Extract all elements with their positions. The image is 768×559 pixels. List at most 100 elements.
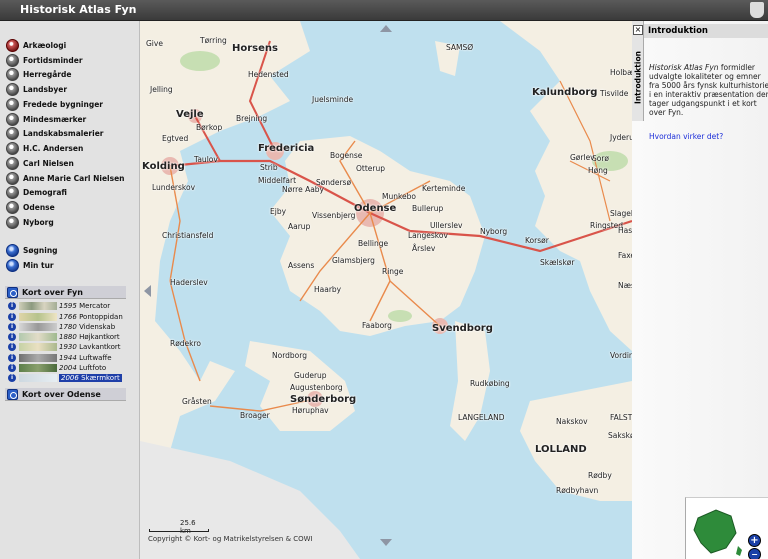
map-place-label: Hedensted bbox=[248, 70, 289, 79]
overview-map[interactable]: + − bbox=[685, 497, 768, 559]
layer-mindesmaerker[interactable]: Mindesmærker bbox=[6, 112, 86, 126]
how-it-works-link[interactable]: Hvordan virker det? bbox=[649, 132, 723, 141]
info-icon[interactable]: i bbox=[8, 313, 16, 321]
app-window: Historisk Atlas Fyn Arkæologi Fortidsmin… bbox=[0, 0, 768, 559]
zoom-in-button[interactable]: + bbox=[748, 534, 761, 547]
city-icon bbox=[6, 215, 19, 229]
map-row-label: 2004 Luftfoto bbox=[59, 364, 107, 372]
layer-odense[interactable]: Odense bbox=[6, 200, 55, 214]
map-row-label: 1930 Lavkantkort bbox=[59, 343, 121, 351]
map-city-label: Kolding bbox=[142, 161, 185, 172]
layer-herregaarde[interactable]: Herregårde bbox=[6, 67, 71, 81]
map-place-label: Rødbyhavn bbox=[556, 486, 599, 495]
app-title: Historisk Atlas Fyn bbox=[20, 3, 137, 16]
map-row-1944[interactable]: i 1944 Luftwaffe bbox=[8, 353, 112, 363]
section-kort-over-fyn[interactable]: Kort over Fyn bbox=[5, 286, 126, 299]
map-place-label: Jyderup bbox=[610, 133, 632, 142]
panel-heading: Introduktion bbox=[644, 24, 768, 38]
map-place-label: Kerteminde bbox=[422, 184, 466, 193]
panel-content: Historisk Atlas Fyn formidler udvalgte l… bbox=[644, 38, 768, 497]
layer-label: Mindesmærker bbox=[23, 114, 87, 124]
info-icon[interactable]: i bbox=[8, 374, 16, 382]
map-place-label: Strib bbox=[260, 163, 278, 172]
map-place-label: Næstved bbox=[618, 281, 632, 290]
map-place-label: Guderup bbox=[294, 371, 327, 380]
info-icon[interactable]: i bbox=[8, 343, 16, 351]
panel-tab[interactable]: × Introduktion bbox=[632, 21, 644, 121]
map-place-label: Vissenbjerg bbox=[312, 211, 356, 220]
map-row-2004[interactable]: i 2004 Luftfoto bbox=[8, 363, 106, 373]
map-place-label: Ullerslev bbox=[430, 221, 463, 230]
tool-label: Min tur bbox=[23, 260, 54, 270]
layer-label: Nyborg bbox=[23, 217, 54, 227]
tool-label: Søgning bbox=[23, 245, 58, 255]
info-icon[interactable]: i bbox=[8, 323, 16, 331]
crest-icon[interactable] bbox=[750, 2, 764, 18]
layer-label: Anne Marie Carl Nielsen bbox=[23, 173, 125, 183]
demography-icon bbox=[6, 185, 19, 199]
protected-building-icon bbox=[6, 97, 19, 111]
map-place-label: Ringe bbox=[382, 267, 404, 276]
tool-min-tur[interactable]: Min tur bbox=[6, 258, 54, 272]
info-icon[interactable]: i bbox=[8, 364, 16, 372]
map-place-label: Tisvilde bbox=[600, 89, 629, 98]
layer-label: Odense bbox=[23, 202, 55, 212]
layer-nyborg[interactable]: Nyborg bbox=[6, 215, 54, 229]
map-row-1595[interactable]: i 1595 Mercator bbox=[8, 301, 110, 311]
map-canvas[interactable] bbox=[140, 21, 632, 559]
map-place-label: Munkebo bbox=[382, 192, 417, 201]
layer-label: Arkæologi bbox=[23, 40, 67, 50]
map-place-label: Korsør bbox=[525, 236, 549, 245]
close-icon[interactable]: × bbox=[633, 25, 643, 35]
pan-up-arrow[interactable] bbox=[380, 25, 392, 32]
panel-body-text: Historisk Atlas Fyn formidler udvalgte l… bbox=[649, 63, 768, 117]
map-place-label: Nakskov bbox=[556, 417, 588, 426]
layer-label: Carl Nielsen bbox=[23, 158, 74, 168]
pan-left-arrow[interactable] bbox=[144, 285, 151, 297]
layer-label: Landskabsmalerier bbox=[23, 128, 104, 138]
copyright-text: Copyright © Kort- og Matrikelstyrelsen &… bbox=[148, 535, 313, 543]
map-row-1766[interactable]: i 1766 Pontoppidan bbox=[8, 312, 123, 322]
map-row-1930[interactable]: i 1930 Lavkantkort bbox=[8, 342, 121, 352]
map-row-1880[interactable]: i 1880 Højkantkort bbox=[8, 332, 120, 342]
section-kort-over-odense[interactable]: Kort over Odense bbox=[5, 388, 126, 401]
map-place-label: Give bbox=[146, 39, 163, 48]
layer-demografi[interactable]: Demografi bbox=[6, 185, 67, 199]
layer-landskabsmalerier[interactable]: Landskabsmalerier bbox=[6, 126, 103, 140]
layer-label: Demografi bbox=[23, 187, 67, 197]
map-place-label: Faxe bbox=[618, 251, 632, 260]
map-section-icon bbox=[7, 286, 18, 298]
manor-icon bbox=[6, 67, 19, 81]
map-place-label: Christiansfeld bbox=[162, 231, 214, 240]
section-heading: Kort over Odense bbox=[22, 389, 101, 399]
layer-anne-marie-carl-nielsen[interactable]: Anne Marie Carl Nielsen bbox=[6, 171, 125, 185]
map-place-label: Skælskør bbox=[540, 258, 575, 267]
map-row-2006[interactable]: i 2006 Skærmkort bbox=[8, 373, 122, 383]
portrait-icon bbox=[6, 171, 19, 185]
map-place-label: Høruphav bbox=[292, 406, 329, 415]
map-city-label: LOLLAND bbox=[535, 444, 587, 455]
map-view[interactable]: Odense Svendborg Fredericia Kolding Vejle Hor… bbox=[140, 21, 632, 559]
layer-hc-andersen[interactable]: H.C. Andersen bbox=[6, 141, 83, 155]
map-row-1780[interactable]: i 1780 Videnskab bbox=[8, 322, 115, 332]
map-row-label: 1595 Mercator bbox=[59, 302, 111, 310]
tool-soegning[interactable]: Søgning bbox=[6, 243, 58, 257]
map-place-label: Rødby bbox=[588, 471, 612, 480]
layer-fredede-bygninger[interactable]: Fredede bygninger bbox=[6, 97, 103, 111]
map-place-label: Bogense bbox=[330, 151, 363, 160]
layer-fortidsminder[interactable]: Fortidsminder bbox=[6, 53, 83, 67]
info-icon[interactable]: i bbox=[8, 302, 16, 310]
map-place-label: Augustenborg bbox=[290, 383, 343, 392]
info-icon[interactable]: i bbox=[8, 333, 16, 341]
route-icon bbox=[6, 258, 19, 272]
monument-icon bbox=[6, 53, 19, 67]
map-place-label: Haslev bbox=[618, 226, 632, 235]
pan-down-arrow[interactable] bbox=[380, 539, 392, 546]
layer-arkaeologi[interactable]: Arkæologi bbox=[6, 38, 66, 52]
zoom-out-button[interactable]: − bbox=[748, 548, 761, 559]
layer-carl-nielsen[interactable]: Carl Nielsen bbox=[6, 156, 74, 170]
portrait-icon bbox=[6, 141, 19, 155]
map-city-label: Svendborg bbox=[432, 323, 493, 334]
layer-landsbyer[interactable]: Landsbyer bbox=[6, 82, 67, 96]
info-icon[interactable]: i bbox=[8, 354, 16, 362]
